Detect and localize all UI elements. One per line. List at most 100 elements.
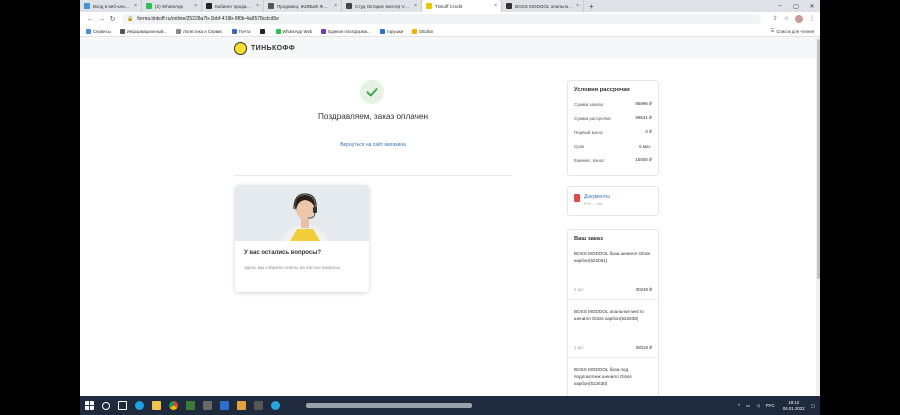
- reading-list-icon: ☰: [770, 28, 775, 33]
- explorer-icon[interactable]: [152, 401, 161, 410]
- browser-tab[interactable]: Студ Октарис винтер Velcro...×: [342, 0, 422, 12]
- condition-row: Сумма заказа 86996 ₽: [568, 97, 658, 111]
- chrome-icon[interactable]: [169, 401, 178, 410]
- telegram-icon[interactable]: [271, 401, 280, 410]
- tray-chevron-icon[interactable]: ^: [738, 403, 740, 408]
- tab-title: Продавец: ЖИВЫЕ ФОТО, Ш...: [277, 3, 331, 9]
- condition-label: Первый взнос: [574, 129, 604, 135]
- back-arrow-icon[interactable]: ←: [85, 16, 96, 23]
- tab-favicon-icon: [268, 3, 274, 9]
- app-icon-3[interactable]: [220, 401, 229, 410]
- bookmark-item[interactable]: [259, 28, 267, 34]
- taskbar-scroll-region[interactable]: [306, 403, 472, 408]
- bookmark-item[interactable]: WhatsApp Web: [275, 28, 313, 34]
- order-item-price: 30249 ₽: [635, 287, 652, 292]
- bookmark-item[interactable]: Информационный...: [119, 28, 167, 34]
- tab-close-icon[interactable]: ×: [491, 3, 497, 9]
- menu-dots-icon[interactable]: ⋮: [809, 15, 815, 23]
- bookmark-item[interactable]: Логистика и Сервис: [176, 28, 223, 34]
- tab-favicon-icon: [346, 3, 352, 9]
- clock[interactable]: 19:12 06.01.2022: [783, 400, 805, 411]
- bookmark-label: Сервисы: [93, 28, 111, 34]
- condition-value: 16500 ₽: [635, 157, 652, 162]
- tab-close-icon[interactable]: ×: [131, 3, 137, 9]
- tab-favicon-icon: [426, 3, 432, 9]
- order-panel: Ваш заказ BOSS MODOOL база шенилл Gloss …: [567, 229, 659, 409]
- url-input[interactable]: 🔒 forma.tinkoff.ru/online/25228a7b-1bbf-…: [122, 14, 761, 24]
- order-item-name: BOSS MODOOL база шенилл Gloss карбон(522…: [574, 251, 651, 263]
- browser-tab[interactable]: Продавец: ЖИВЫЕ ФОТО, Ш...×: [264, 0, 342, 12]
- system-tray: ^ ▭ ◁ РУС 19:12 06.01.2022 ▢: [732, 400, 820, 411]
- bookmark-icon: [379, 28, 385, 34]
- order-item-price: 38319 ₽: [635, 345, 652, 350]
- documents-link[interactable]: Документы: [584, 194, 610, 200]
- help-title: У вас остались вопросы?: [244, 250, 322, 256]
- tinkoff-logo-icon[interactable]: [234, 41, 247, 55]
- success-check-icon: [360, 80, 384, 104]
- reload-icon[interactable]: ↻: [107, 15, 118, 23]
- forward-arrow-icon[interactable]: →: [96, 16, 107, 23]
- notifications-icon[interactable]: ▢: [811, 403, 815, 409]
- minimize-icon[interactable]: –: [772, 3, 788, 10]
- tab-close-icon[interactable]: ×: [573, 3, 579, 9]
- search-icon[interactable]: [102, 401, 110, 410]
- bookmark-item[interactable]: DEditor: [412, 28, 434, 34]
- bookmark-icon: [321, 28, 327, 34]
- task-view-icon[interactable]: [118, 401, 127, 410]
- help-text: Здесь мы собрали ответы на частые вопрос…: [244, 265, 340, 270]
- bookmark-star-icon[interactable]: ☆: [784, 15, 789, 23]
- tab-close-icon[interactable]: ×: [331, 3, 337, 9]
- browser-window: Вход в веб-клиент Zimbra×(2) WhatsApp×Ка…: [80, 0, 820, 415]
- tab-title: (2) WhatsApp: [155, 3, 184, 9]
- profile-avatar[interactable]: [795, 15, 803, 23]
- back-to-shop-link[interactable]: Вернуться на сайт магазина: [273, 142, 473, 148]
- bookmark-icon: [86, 28, 91, 34]
- bookmark-label: WhatsApp Web: [282, 28, 313, 34]
- bookmark-item[interactable]: Почта: [231, 28, 251, 34]
- close-window-icon[interactable]: ✕: [804, 3, 820, 10]
- tab-title: Вход в веб-клиент Zimbra: [93, 3, 132, 9]
- order-item: BOSS MODOOL опальное место шенилл Gloss …: [568, 308, 658, 358]
- divider: [234, 175, 512, 176]
- page-content: ТИНЬКОФФ Поздравляем, заказ оплачен Верн…: [80, 37, 820, 409]
- reading-list-button[interactable]: ☰ Список для чтения: [770, 28, 814, 34]
- page-scrollbar[interactable]: [816, 37, 820, 396]
- tab-close-icon[interactable]: ×: [253, 3, 259, 9]
- tab-title: Студ Октарис винтер Velcro...: [355, 3, 411, 9]
- browser-tab[interactable]: Кабинет продавца ×: [202, 0, 264, 12]
- documents-panel[interactable]: Документы PDF, — МБ: [567, 186, 659, 216]
- tab-favicon-icon: [206, 3, 212, 9]
- maximize-icon[interactable]: ▢: [788, 3, 804, 10]
- browser-tab[interactable]: Tinkoff Credit ×: [422, 0, 502, 12]
- bookmark-item[interactable]: торушки: [379, 28, 403, 34]
- site-header: ТИНЬКОФФ: [80, 37, 820, 59]
- browser-tab[interactable]: (2) WhatsApp ×: [142, 0, 202, 12]
- help-card[interactable]: У вас остались вопросы? Здесь мы собрали…: [235, 185, 369, 292]
- app-icon[interactable]: [186, 401, 195, 410]
- bookmark-icon: [412, 28, 418, 34]
- new-tab-button[interactable]: +: [584, 2, 599, 11]
- scrollbar-thumb[interactable]: [816, 39, 820, 279]
- bookmarks-bar: Сервисы Информационный... Логистика и Серв…: [80, 26, 820, 37]
- reading-list-label: Список для чтения: [776, 28, 814, 34]
- bookmark-label: Единая платформа...: [328, 28, 371, 34]
- order-title: Ваш заказ: [574, 236, 603, 242]
- bookmark-item[interactable]: Сервисы: [86, 28, 111, 34]
- app-icon-5[interactable]: [254, 401, 263, 410]
- tab-title: BOSS MODOOL опальное м...: [515, 3, 574, 9]
- language-indicator[interactable]: РУС: [766, 403, 775, 408]
- windows-start-icon[interactable]: [85, 401, 94, 410]
- share-icon[interactable]: ⇪: [773, 15, 778, 23]
- tab-close-icon[interactable]: ×: [411, 3, 417, 9]
- browser-tab[interactable]: BOSS MODOOL опальное м... ×: [502, 0, 584, 12]
- bookmark-item[interactable]: Единая платформа...: [321, 28, 371, 34]
- network-icon[interactable]: ▭: [746, 403, 750, 409]
- app-icon-4[interactable]: [237, 401, 246, 410]
- volume-icon[interactable]: ◁: [756, 403, 759, 409]
- browser-tab[interactable]: Вход в веб-клиент Zimbra×: [80, 0, 142, 12]
- order-item: BOSS MODOOL база шенилл Gloss карбон(522…: [568, 250, 658, 300]
- edge-icon[interactable]: [135, 401, 144, 410]
- tab-close-icon[interactable]: ×: [191, 3, 197, 9]
- app-icon-2[interactable]: [203, 401, 212, 410]
- condition-label: Сумма рассрочки: [574, 115, 611, 121]
